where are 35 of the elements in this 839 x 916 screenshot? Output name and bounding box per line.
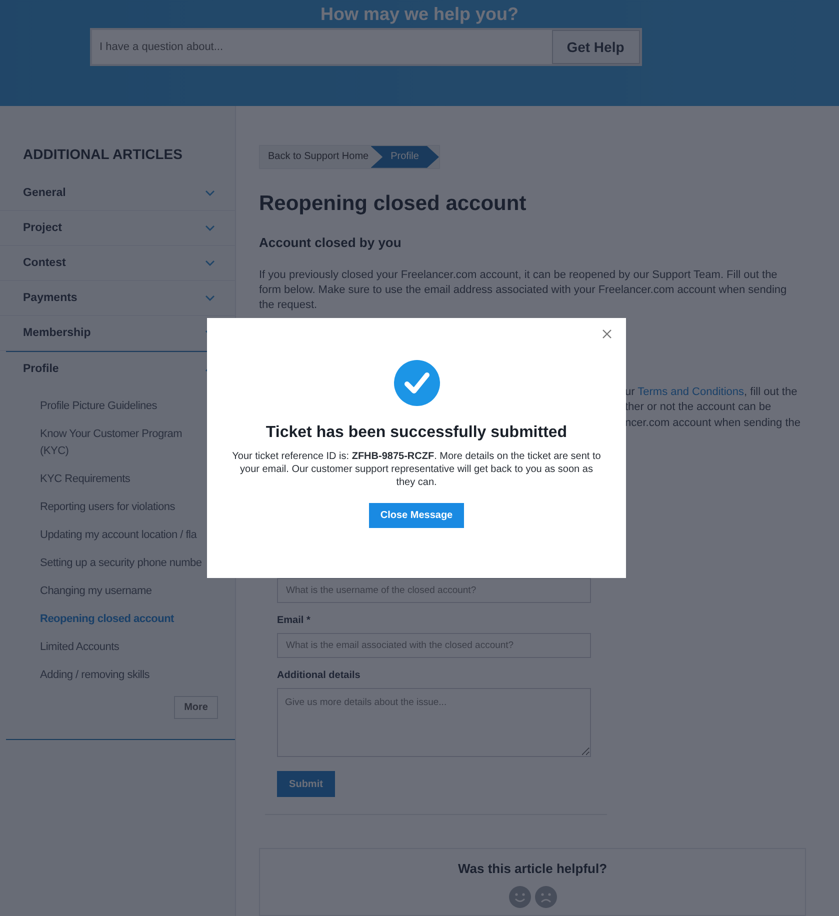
paragraph-line: ther or not the account can be [625, 400, 772, 416]
paragraph-line: ncer.com account when sending the [625, 416, 801, 431]
header-title: How may we help you? [320, 3, 519, 24]
article-title: Reopening closed account [259, 192, 526, 216]
category-item[interactable]: General [0, 176, 235, 211]
field-label: Additional details [277, 670, 362, 682]
terms-link[interactable]: Terms and Conditions [638, 386, 744, 398]
sidebar-heading: ADDITIONAL ARTICLES [23, 146, 184, 162]
submit-button[interactable]: Submit [277, 771, 335, 798]
close-icon[interactable] [600, 327, 614, 341]
close-message-button[interactable]: Close Message [369, 503, 464, 528]
smiley-icon[interactable] [508, 886, 530, 908]
chevron-icon [205, 295, 215, 301]
frown-icon[interactable] [534, 886, 556, 908]
dialog-title: Ticket has been successfully submitted [266, 424, 568, 442]
article-link[interactable]: Adding / removing skills [40, 662, 235, 690]
get-help-button[interactable]: Get Help [552, 30, 640, 64]
article-link[interactable]: Reopening closed account [40, 606, 235, 634]
field-label: Email * [277, 615, 312, 626]
article-paragraph: If you previously closed your Freelancer.com account, it can be reopened by our Support Team. Fill out the form below. Make sure to use the email address associated with your Freelancer.com account when sending the request. [259, 268, 788, 313]
article-link[interactable]: Changing my username [40, 578, 235, 606]
category-item[interactable]: Payments [0, 281, 235, 316]
more-button[interactable]: More [174, 696, 218, 719]
section-heading: Account closed by you [259, 234, 402, 250]
checkmark-icon [394, 360, 440, 406]
category-item[interactable]: Project [0, 211, 235, 246]
breadcrumb-link[interactable]: Profile [370, 146, 439, 168]
category-item[interactable]: Contest [0, 246, 235, 281]
feedback-question: Was this article helpful? [458, 861, 608, 876]
search-field[interactable]: I have a question about... Get Help [90, 28, 642, 66]
chevron-icon [205, 225, 215, 231]
chevron-icon [205, 260, 215, 266]
dialog-message: Your ticket reference ID is: ZFHB-9875-RCZF. More details on the ticket are sent to your email. Our customer support representative will get back to you as soon as they can. [231, 450, 602, 489]
chevron-icon [205, 190, 215, 196]
article-link[interactable]: Limited Accounts [40, 634, 235, 662]
